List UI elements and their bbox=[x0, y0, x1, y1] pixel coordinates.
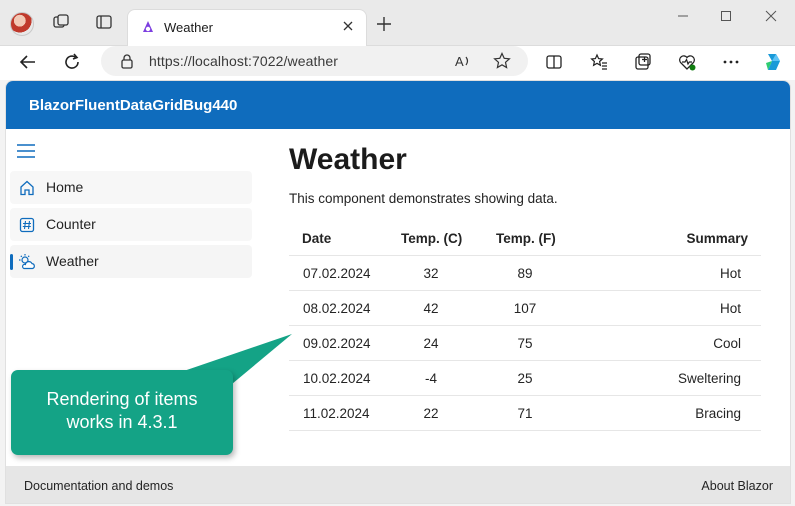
favorites-icon[interactable] bbox=[588, 51, 610, 73]
cell-temp-c: -4 bbox=[424, 371, 438, 386]
page-description: This component demonstrates showing data… bbox=[289, 191, 558, 206]
collections-icon[interactable] bbox=[632, 51, 654, 73]
table-row: 10.02.2024 -4 25 Sweltering bbox=[289, 361, 761, 396]
weather-icon bbox=[18, 253, 36, 271]
refresh-icon[interactable] bbox=[61, 51, 83, 73]
browser-tab-active[interactable]: Weather bbox=[127, 9, 367, 46]
about-blazor-link[interactable]: About Blazor bbox=[701, 479, 773, 493]
app-title[interactable]: BlazorFluentDataGridBug440 bbox=[29, 97, 237, 114]
plus-icon[interactable] bbox=[375, 15, 393, 33]
callout-text: Rendering of items works in 4.3.1 bbox=[46, 389, 198, 432]
cell-temp-f: 25 bbox=[517, 371, 533, 386]
cell-temp-c: 22 bbox=[423, 406, 439, 421]
address-bar[interactable]: https://localhost:7022/weather A bbox=[101, 46, 528, 76]
table-row: 08.02.2024 42 107 Hot bbox=[289, 291, 761, 326]
url-text[interactable]: https://localhost:7022/weather bbox=[149, 53, 338, 69]
column-header-date[interactable]: Date bbox=[302, 231, 331, 246]
cell-summary: Bracing bbox=[695, 406, 741, 421]
cell-temp-f: 75 bbox=[517, 336, 533, 351]
tab-title: Weather bbox=[164, 20, 213, 35]
star-icon[interactable] bbox=[491, 50, 513, 72]
nav-item-label: Weather bbox=[46, 253, 99, 269]
column-header-summary[interactable]: Summary bbox=[686, 231, 748, 246]
app-header: BlazorFluentDataGridBug440 bbox=[6, 81, 790, 129]
back-arrow-icon[interactable] bbox=[17, 51, 39, 73]
tab-actions-icon[interactable] bbox=[95, 13, 113, 31]
nav-item-label: Home bbox=[46, 179, 84, 195]
split-screen-icon[interactable] bbox=[543, 51, 565, 73]
page-title: Weather bbox=[289, 143, 407, 176]
home-icon bbox=[18, 179, 36, 197]
cell-date: 07.02.2024 bbox=[303, 266, 371, 281]
callout-annotation: Rendering of items works in 4.3.1 bbox=[11, 370, 233, 455]
cell-date: 11.02.2024 bbox=[303, 406, 370, 421]
cell-summary: Sweltering bbox=[677, 371, 741, 386]
table-row: 11.02.2024 22 71 Bracing bbox=[289, 396, 761, 431]
blazor-icon bbox=[140, 19, 156, 35]
cell-date: 10.02.2024 bbox=[303, 371, 371, 386]
svg-text:A: A bbox=[455, 54, 464, 69]
profile-avatar[interactable] bbox=[10, 12, 34, 36]
cell-summary: Hot bbox=[719, 266, 741, 281]
counter-icon bbox=[18, 216, 36, 234]
browser-title-bar: Weather bbox=[0, 0, 795, 46]
main-content: Weather This component demonstrates show… bbox=[289, 129, 769, 466]
cell-date: 09.02.2024 bbox=[303, 336, 371, 351]
browser-toolbar: https://localhost:7022/weather A bbox=[0, 46, 795, 80]
cell-summary: Hot bbox=[719, 301, 741, 316]
close-icon[interactable] bbox=[340, 18, 356, 34]
hamburger-icon[interactable] bbox=[16, 143, 36, 159]
copilot-icon[interactable] bbox=[762, 51, 784, 73]
table-row: 09.02.2024 24 75 Cool bbox=[289, 326, 761, 361]
table-row: 07.02.2024 32 89 Hot bbox=[289, 256, 761, 291]
column-header-temp-f[interactable]: Temp. (F) bbox=[496, 231, 556, 246]
cell-date: 08.02.2024 bbox=[303, 301, 371, 316]
active-indicator bbox=[10, 254, 13, 270]
nav-item-home[interactable]: Home bbox=[10, 171, 252, 204]
nav-item-counter[interactable]: Counter bbox=[10, 208, 252, 241]
cell-temp-c: 24 bbox=[423, 336, 439, 351]
minimize-icon[interactable] bbox=[674, 9, 692, 23]
cell-temp-c: 42 bbox=[423, 301, 439, 316]
cell-temp-f: 89 bbox=[517, 266, 533, 281]
read-aloud-icon[interactable]: A bbox=[451, 50, 473, 72]
lock-icon[interactable] bbox=[119, 53, 135, 69]
maximize-icon[interactable] bbox=[717, 9, 735, 23]
cell-temp-c: 32 bbox=[423, 266, 439, 281]
cell-summary: Cool bbox=[713, 336, 741, 351]
cell-temp-f: 71 bbox=[517, 406, 533, 421]
app-footer: Documentation and demos About Blazor bbox=[6, 466, 790, 503]
documentation-link[interactable]: Documentation and demos bbox=[24, 479, 173, 493]
workspaces-icon[interactable] bbox=[52, 13, 70, 31]
column-header-temp-c[interactable]: Temp. (C) bbox=[401, 231, 462, 246]
cell-temp-f: 107 bbox=[513, 301, 537, 316]
browser-essentials-icon[interactable] bbox=[676, 51, 698, 73]
more-icon[interactable] bbox=[720, 51, 742, 73]
close-window-icon[interactable] bbox=[762, 9, 780, 23]
grid-header-row: Date Temp. (C) Temp. (F) Summary bbox=[289, 221, 761, 256]
nav-item-label: Counter bbox=[46, 216, 96, 232]
nav-item-weather[interactable]: Weather bbox=[10, 245, 252, 278]
